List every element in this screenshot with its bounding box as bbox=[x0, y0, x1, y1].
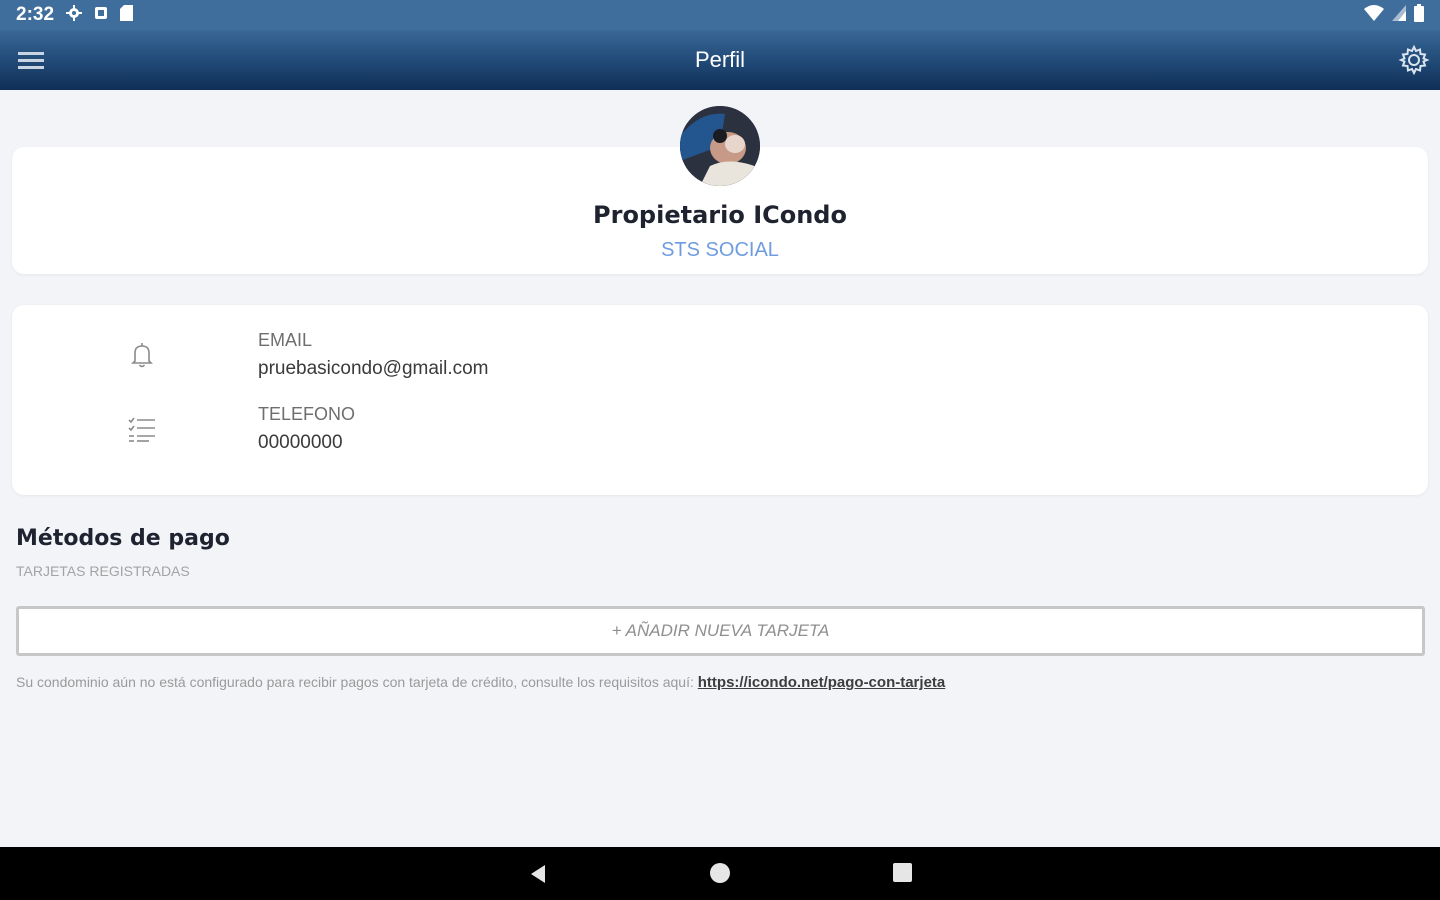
profile-name: Propietario ICondo bbox=[593, 201, 847, 229]
profile-subtitle: STS SOCIAL bbox=[661, 239, 779, 261]
avatar-photo bbox=[680, 106, 760, 186]
registered-cards-subtitle: TARJETAS REGISTRADAS bbox=[16, 563, 190, 579]
card-payment-link[interactable]: https://icondo.net/pago-con-tarjeta bbox=[698, 674, 946, 691]
back-icon[interactable] bbox=[527, 863, 549, 885]
status-time: 2:32 bbox=[16, 4, 55, 25]
gear-icon bbox=[1398, 44, 1430, 76]
menu-button[interactable] bbox=[18, 46, 52, 74]
navigation-bar bbox=[0, 847, 1440, 900]
phone-value: 00000000 bbox=[258, 432, 343, 453]
menu-icon bbox=[18, 51, 44, 55]
sd-card-icon bbox=[120, 4, 134, 26]
phone-label: TELEFONO bbox=[258, 404, 356, 424]
page-title: Perfil bbox=[694, 47, 746, 72]
payment-methods-title: Métodos de pago bbox=[16, 526, 230, 551]
checklist-icon bbox=[127, 414, 157, 444]
settings-icon bbox=[66, 4, 83, 26]
email-value: pruebasicondo@gmail.com bbox=[258, 358, 489, 379]
app-bar: Perfil bbox=[0, 30, 1440, 90]
add-card-button[interactable]: + AÑADIR NUEVA TARJETA bbox=[16, 606, 1425, 656]
notification-icon bbox=[94, 6, 108, 25]
recents-icon[interactable] bbox=[893, 863, 912, 882]
settings-button[interactable] bbox=[1398, 44, 1430, 76]
bell-icon bbox=[127, 340, 157, 370]
wifi-icon bbox=[1364, 4, 1384, 26]
avatar[interactable] bbox=[680, 106, 760, 186]
email-label: EMAIL bbox=[258, 330, 313, 350]
notice-text: Su condominio aún no está configurado pa… bbox=[16, 674, 698, 690]
signal-icon bbox=[1392, 4, 1406, 26]
status-bar: 2:32 bbox=[0, 0, 1440, 30]
card-payment-notice: Su condominio aún no está configurado pa… bbox=[16, 674, 945, 691]
battery-icon bbox=[1414, 3, 1424, 27]
home-icon[interactable] bbox=[710, 863, 730, 883]
contact-card bbox=[12, 305, 1428, 495]
